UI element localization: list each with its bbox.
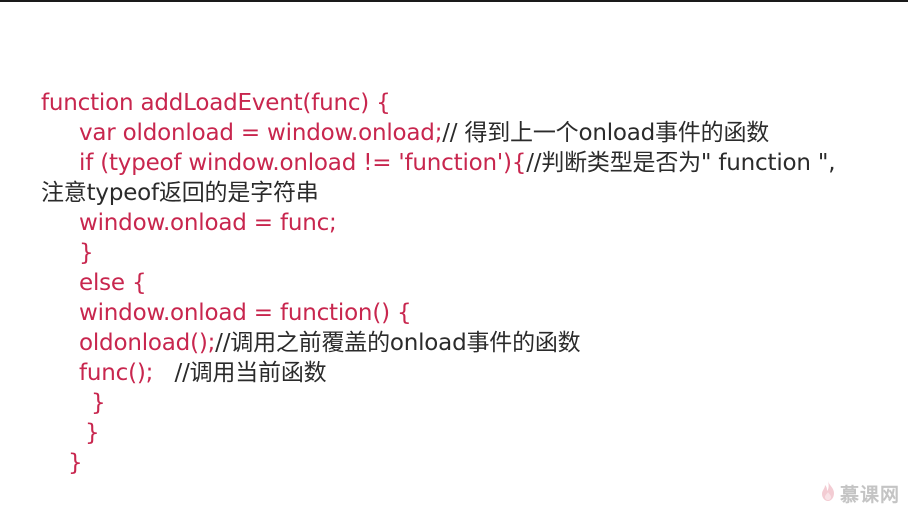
code-line-12: }	[85, 418, 100, 448]
watermark-text: 慕课网	[839, 483, 900, 506]
code-line-1: function addLoadEvent(func) {	[41, 88, 391, 118]
code-text: }	[85, 420, 100, 446]
site-watermark: 慕课网	[819, 480, 900, 506]
code-line-5: window.onload = func;	[79, 208, 337, 238]
code-line-9: oldonload();//调用之前覆盖的onload事件的函数	[79, 328, 581, 358]
code-line-2: var oldonload = window.onload;// 得到上一个on…	[79, 118, 769, 148]
code-line-6: }	[79, 238, 94, 268]
code-line-8: window.onload = function() {	[79, 298, 412, 328]
code-text: var oldonload = window.onload;	[79, 120, 443, 146]
comment-text: // 得到上一个onload事件的函数	[442, 120, 770, 146]
code-text: if (typeof window.onload != 'function'){	[79, 150, 527, 176]
code-text: else {	[79, 270, 147, 296]
comment-text: //调用之前覆盖的onload事件的函数	[215, 330, 581, 356]
code-text: }	[79, 240, 94, 266]
code-text: func();	[79, 360, 175, 386]
code-line-13: }	[68, 448, 83, 478]
comment-text: //调用当前函数	[174, 360, 327, 386]
code-line-11: }	[91, 388, 106, 418]
code-text: oldonload();	[79, 330, 216, 356]
code-line-3: if (typeof window.onload != 'function'){…	[79, 148, 836, 178]
code-text: function addLoadEvent(func) {	[41, 90, 391, 116]
code-text: }	[91, 390, 106, 416]
code-text: }	[68, 450, 83, 476]
flame-icon	[819, 480, 837, 506]
code-line-7: else {	[79, 268, 147, 298]
code-slide: function addLoadEvent(func) { var oldonl…	[0, 0, 908, 508]
code-text: window.onload = function() {	[79, 300, 412, 326]
comment-text: 注意typeof返回的是字符串	[41, 180, 319, 206]
code-line-4: 注意typeof返回的是字符串	[41, 178, 319, 208]
code-text: window.onload = func;	[79, 210, 337, 236]
comment-text: //判断类型是否为" function ",	[526, 150, 836, 176]
code-line-10: func(); //调用当前函数	[79, 358, 327, 388]
